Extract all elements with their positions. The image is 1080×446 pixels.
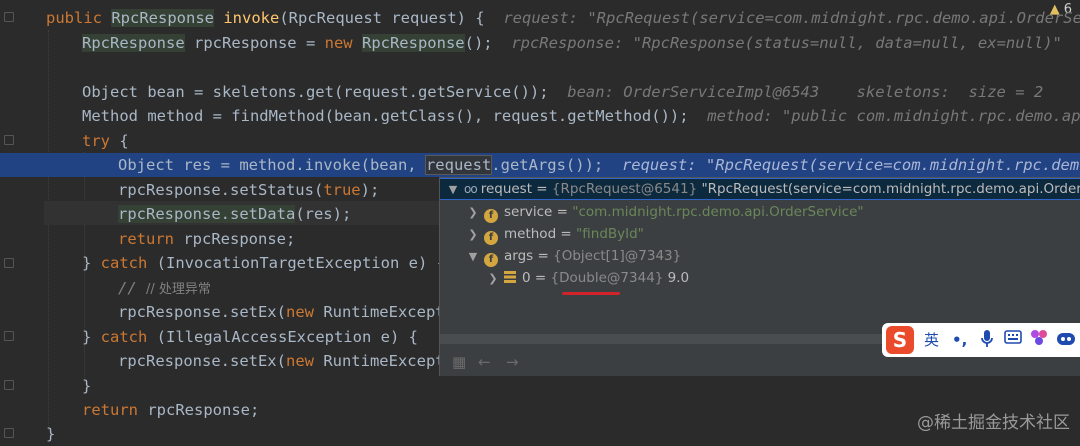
chevron-right-icon[interactable]: ❯ xyxy=(486,268,500,290)
assistant-robot-icon[interactable] xyxy=(1056,329,1076,353)
code-line-14[interactable]: rpcResponse.setEx(new RuntimeExcepti xyxy=(118,349,454,373)
ime-toolbar[interactable]: S 英 •, xyxy=(882,323,1080,357)
fold-marker[interactable] xyxy=(4,380,14,390)
fold-marker[interactable] xyxy=(4,12,14,22)
chevron-right-icon[interactable]: ❯ xyxy=(466,202,480,224)
chevron-right-icon[interactable]: ❯ xyxy=(466,224,480,246)
fold-marker[interactable] xyxy=(4,135,14,145)
code-line-5[interactable]: try { xyxy=(82,129,1080,153)
code-line-8[interactable]: rpcResponse.setData(res); xyxy=(118,202,438,226)
code-line-3[interactable]: Object bean = skeletons.get(request.getS… xyxy=(82,80,1080,104)
editor-gutter xyxy=(0,0,44,441)
code-line-7[interactable]: rpcResponse.setStatus(true); xyxy=(118,178,438,202)
inline-debug-value: bean: OrderServiceImpl@6543 skeletons: s… xyxy=(567,83,1044,101)
skin-icon[interactable] xyxy=(1030,329,1048,353)
code-line-9[interactable]: return rpcResponse; xyxy=(118,227,438,251)
forward-arrow-icon[interactable]: → xyxy=(506,353,519,371)
code-line-16[interactable]: return rpcResponse; xyxy=(82,398,482,422)
keyboard-icon[interactable] xyxy=(1004,329,1022,351)
code-comment: // 处理异常 xyxy=(146,282,211,297)
ime-punctuation-toggle[interactable]: •, xyxy=(952,329,967,351)
chevron-down-icon[interactable]: ▼ xyxy=(466,246,480,268)
array-element-icon xyxy=(504,271,516,283)
code-line-10[interactable]: } catch (InvocationTargetException e) { xyxy=(82,251,446,275)
sogou-logo-icon[interactable]: S xyxy=(886,326,914,354)
inline-debug-value: request: "RpcRequest(service=com.midnigh… xyxy=(621,156,1080,174)
fold-marker[interactable] xyxy=(4,331,14,341)
inline-debug-value: method: "public com.midnight.rpc.demo.ap… xyxy=(707,107,1080,125)
code-line-2[interactable]: RpcResponse rpcResponse = new RpcRespons… xyxy=(82,31,1080,55)
code-line-15[interactable]: } xyxy=(82,374,282,398)
tree-node-request[interactable]: ▼ oo request = {RpcRequest@6541} "RpcReque… xyxy=(440,178,1080,200)
watermark: @稀土掘金技术社区 xyxy=(917,413,1070,433)
tree-node-service[interactable]: ❯ f service = "com.midnight.rpc.demo.api.O… xyxy=(440,201,1080,223)
execution-point-line[interactable]: Object res = method.invoke(bean, request… xyxy=(0,153,1080,177)
annotation-underline xyxy=(562,292,620,295)
code-line-1[interactable]: public RpcResponse invoke(RpcRequest req… xyxy=(46,6,1080,30)
ime-language-toggle[interactable]: 英 xyxy=(924,329,939,351)
indent-guide xyxy=(48,30,49,430)
field-icon: f xyxy=(484,253,498,267)
tree-node-args-0[interactable]: ❯ 0 = {Double@7344} 9.0 xyxy=(440,267,1080,289)
back-arrow-icon[interactable]: ← xyxy=(478,353,491,371)
tree-node-args[interactable]: ▼ f args = {Object[1]@7343} xyxy=(440,245,1080,267)
code-line-4[interactable]: Method method = findMethod(bean.getClass… xyxy=(82,104,1080,128)
fold-marker[interactable] xyxy=(4,428,14,438)
inline-debug-value: rpcResponse: "RpcResponse(status=null, d… xyxy=(511,34,1062,52)
code-line-12[interactable]: rpcResponse.setEx(new RuntimeExcepti xyxy=(118,300,454,324)
field-icon: f xyxy=(484,209,498,223)
inline-debug-value: request: "RpcRequest(service=com.midnigh… xyxy=(503,9,1080,27)
code-line-17[interactable]: } xyxy=(46,422,246,446)
tree-node-method[interactable]: ❯ f method = "findById" xyxy=(440,223,1080,245)
chevron-down-icon[interactable]: ▼ xyxy=(446,180,460,200)
code-line-13[interactable]: } catch (IllegalAccessException e) { xyxy=(82,325,438,349)
panel-icon[interactable]: ▦ xyxy=(452,353,466,371)
watch-glasses-icon: oo xyxy=(464,182,478,196)
microphone-icon[interactable] xyxy=(980,329,994,355)
code-line-11[interactable]: // // 处理异常 xyxy=(118,276,438,300)
fold-marker[interactable] xyxy=(4,258,14,268)
field-icon: f xyxy=(484,231,498,245)
